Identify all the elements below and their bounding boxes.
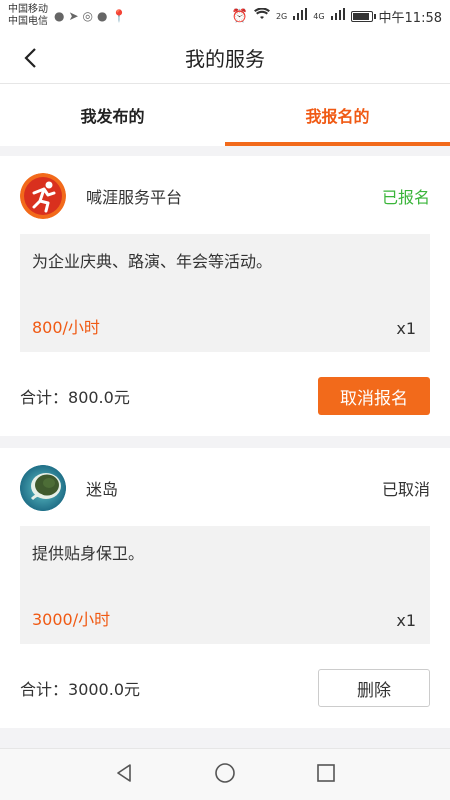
- carrier-1: 中国移动: [8, 4, 48, 15]
- org-avatar: [20, 465, 66, 511]
- total-label: 合计：: [20, 680, 69, 699]
- tab-published[interactable]: 我发布的: [0, 84, 225, 146]
- service-detail[interactable]: 提供贴身保卫。 3000/小时 x1: [20, 526, 430, 644]
- total-amount: 合计：3000.0元: [20, 676, 140, 700]
- signal-icon-1: [293, 8, 308, 24]
- runner-logo-icon: [20, 173, 66, 219]
- service-price: 800/小时: [32, 318, 100, 337]
- status-right: ⏰ 2G 4G 中午11:58: [232, 7, 442, 26]
- total-amount: 合计：800.0元: [20, 384, 130, 408]
- service-card: 喊涯服务平台 已报名 为企业庆典、路演、年会等活动。 800/小时 x1 合计：…: [0, 156, 450, 436]
- service-list: 喊涯服务平台 已报名 为企业庆典、路演、年会等活动。 800/小时 x1 合计：…: [0, 156, 450, 740]
- cancel-registration-button[interactable]: 取消报名: [318, 377, 430, 415]
- status-badge: 已报名: [381, 188, 430, 207]
- status-badge: 已取消: [381, 480, 430, 499]
- tab-registered[interactable]: 我报名的: [225, 84, 450, 146]
- total-value: 800.0元: [68, 388, 130, 407]
- status-bar: 中国移动 中国电信 ● ➤ ◎ ● 📍 ⏰ 2G 4G 中午11:58: [0, 0, 450, 32]
- tab-bar: 我发布的 我报名的: [0, 84, 450, 146]
- browser-icon: ◎: [82, 9, 94, 23]
- total-value: 3000.0元: [68, 680, 141, 699]
- telegram-icon: ➤: [68, 9, 79, 23]
- service-description: 提供贴身保卫。: [32, 544, 145, 563]
- card-footer: 合计：800.0元 取消报名: [20, 376, 430, 416]
- service-quantity: x1: [396, 319, 416, 338]
- carrier-2: 中国电信: [8, 16, 48, 27]
- home-nav-button[interactable]: [214, 762, 236, 788]
- notification-icons: ● ➤ ◎ ● 📍: [54, 9, 126, 23]
- carrier-info: 中国移动 中国电信: [8, 4, 48, 28]
- recents-nav-button[interactable]: [316, 763, 336, 787]
- back-nav-button[interactable]: [114, 763, 134, 787]
- org-avatar: [20, 173, 66, 219]
- delete-button[interactable]: 删除: [318, 669, 430, 707]
- service-quantity: x1: [396, 611, 416, 630]
- network-badge-1: 2G: [275, 11, 288, 21]
- nav-bar: 我的服务: [0, 32, 450, 84]
- service-description: 为企业庆典、路演、年会等活动。: [32, 252, 273, 271]
- org-name: 迷岛: [86, 480, 119, 499]
- location-icon: 📍: [111, 9, 127, 23]
- back-button[interactable]: [18, 46, 42, 70]
- org-name: 喊涯服务平台: [86, 188, 183, 207]
- total-label: 合计：: [20, 388, 69, 407]
- clock-time: 中午11:58: [378, 10, 442, 26]
- circle-home-icon: [215, 762, 235, 783]
- wifi-icon: [253, 7, 270, 24]
- island-photo-icon: [20, 465, 66, 511]
- chevron-left-icon: [24, 48, 36, 68]
- service-card: 迷岛 已取消 提供贴身保卫。 3000/小时 x1 合计：3000.0元 删除: [0, 448, 450, 728]
- card-header: 迷岛 已取消: [20, 464, 430, 512]
- alarm-icon: ⏰: [231, 8, 248, 24]
- battery-icon: [350, 10, 376, 22]
- service-detail[interactable]: 为企业庆典、路演、年会等活动。 800/小时 x1: [20, 234, 430, 352]
- system-nav-bar: [0, 748, 450, 800]
- card-header: 喊涯服务平台 已报名: [20, 172, 430, 220]
- signal-icon-2: [330, 8, 345, 24]
- service-price: 3000/小时: [32, 610, 111, 629]
- card-footer: 合计：3000.0元 删除: [20, 668, 430, 708]
- square-recents-icon: [317, 763, 335, 782]
- triangle-back-icon: [117, 763, 131, 782]
- page-title: 我的服务: [185, 47, 265, 71]
- message-icon: ●: [97, 9, 108, 23]
- network-badge-2: 4G: [313, 11, 325, 21]
- wechat-icon: ●: [54, 9, 65, 23]
